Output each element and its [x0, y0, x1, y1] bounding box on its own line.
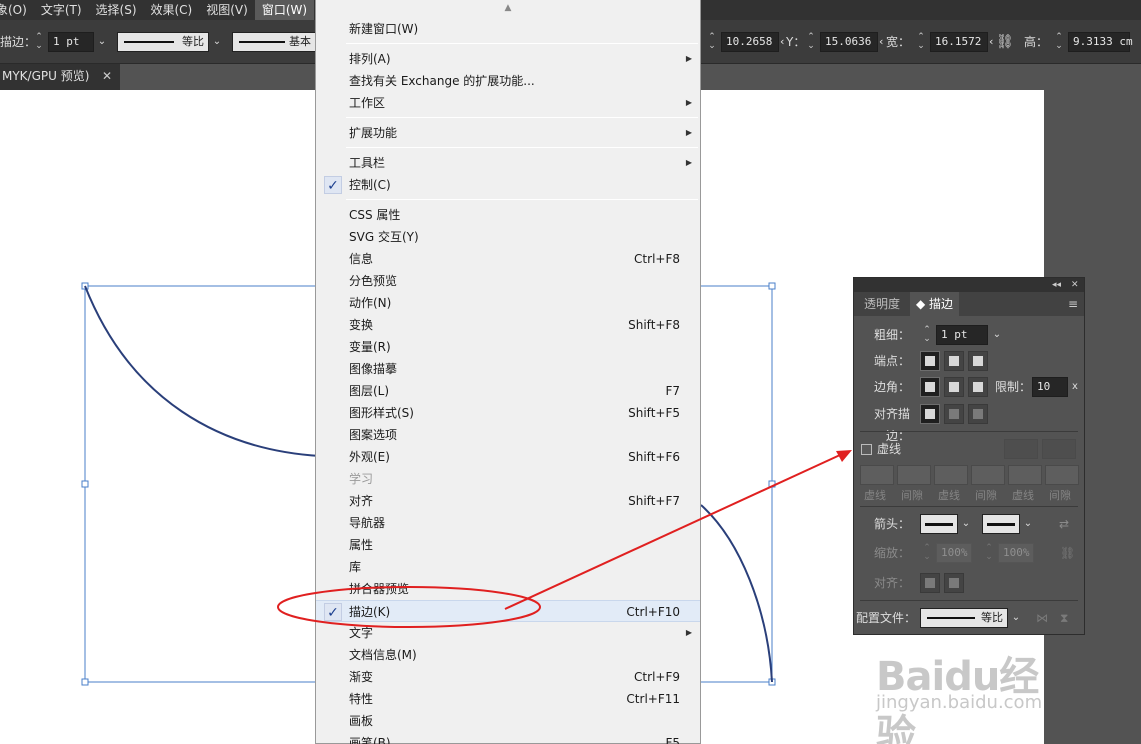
watermark: Baidu经验 jingyan.baidu.com — [876, 636, 1076, 744]
watermark-url: jingyan.baidu.com — [876, 692, 1043, 713]
annotation-overlay — [277, 450, 852, 628]
annotation-ellipse — [277, 586, 541, 628]
annotation-arrow-line — [504, 454, 841, 610]
